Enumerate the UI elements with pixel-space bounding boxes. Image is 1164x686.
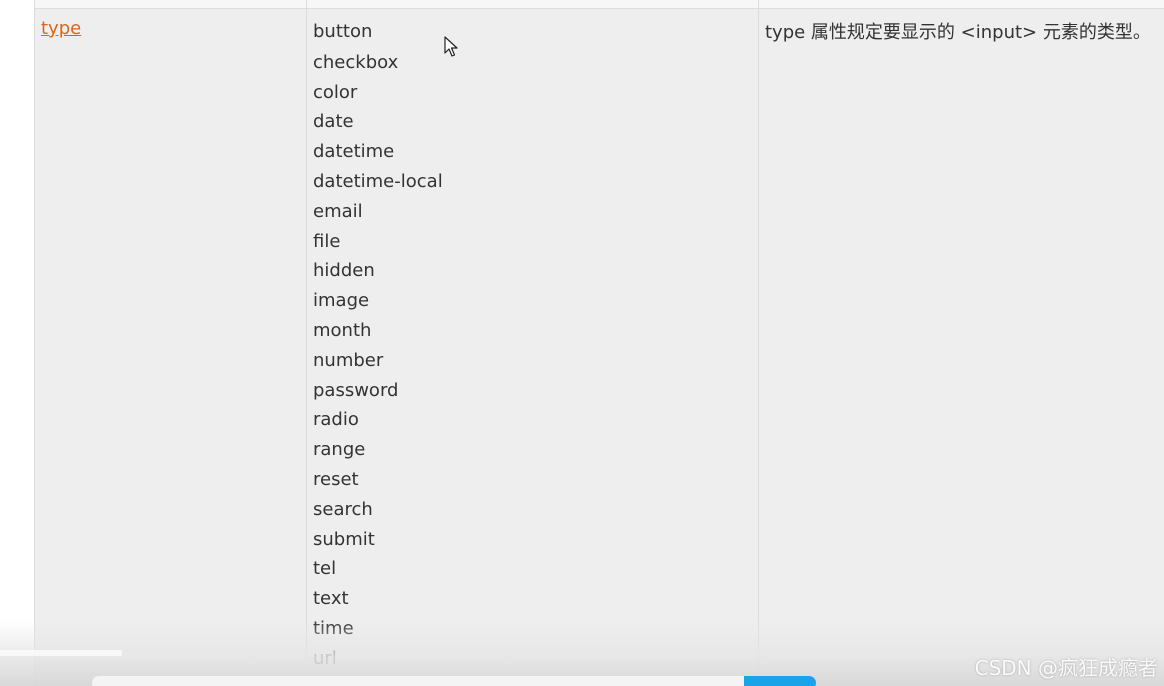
horizontal-scrollbar-thumb[interactable] [744, 676, 816, 686]
attribute-value-item: email [313, 200, 363, 222]
attribute-value-item: button [313, 21, 373, 42]
column-divider [306, 0, 307, 686]
attribute-value-item: text [313, 588, 349, 610]
overlay-bar [0, 650, 122, 656]
attribute-value-item: number [313, 349, 384, 371]
attribute-value-item: date [313, 111, 354, 133]
mouse-pointer-icon [444, 36, 458, 57]
attribute-value-item: color [313, 81, 358, 103]
attribute-value-item: tel [313, 558, 337, 580]
column-divider [758, 0, 759, 686]
attribute-value-item: month [313, 319, 372, 341]
horizontal-scrollbar-track[interactable] [92, 676, 816, 686]
attribute-value-item: datetime-local [313, 170, 443, 192]
attribute-values-list: button checkbox color date datetime datetime-… [313, 18, 443, 686]
attribute-value-item: hidden [313, 260, 375, 282]
attribute-value-item: image [313, 290, 370, 312]
attribute-value-item: datetime [313, 141, 395, 163]
attribute-value-item: password [313, 379, 399, 401]
attribute-description: type 属性规定要显示的 <input> 元素的类型。 [765, 22, 1151, 43]
attribute-value-item: range [313, 439, 366, 461]
attribute-table: type button checkbox color date datetime date… [34, 0, 1164, 686]
attribute-name-link[interactable]: type [41, 18, 81, 39]
table-header-strip [35, 0, 1164, 9]
attribute-value-item: search [313, 498, 373, 520]
page: type button checkbox color date datetime date… [0, 0, 1164, 686]
attribute-value-item: radio [313, 409, 359, 431]
attribute-value-item: checkbox [313, 51, 399, 73]
attribute-value-item: submit [313, 528, 375, 550]
attribute-value-item: file [313, 230, 341, 252]
attribute-value-item: reset [313, 468, 359, 490]
watermark: CSDN @疯狂成瘾者 [974, 656, 1158, 680]
